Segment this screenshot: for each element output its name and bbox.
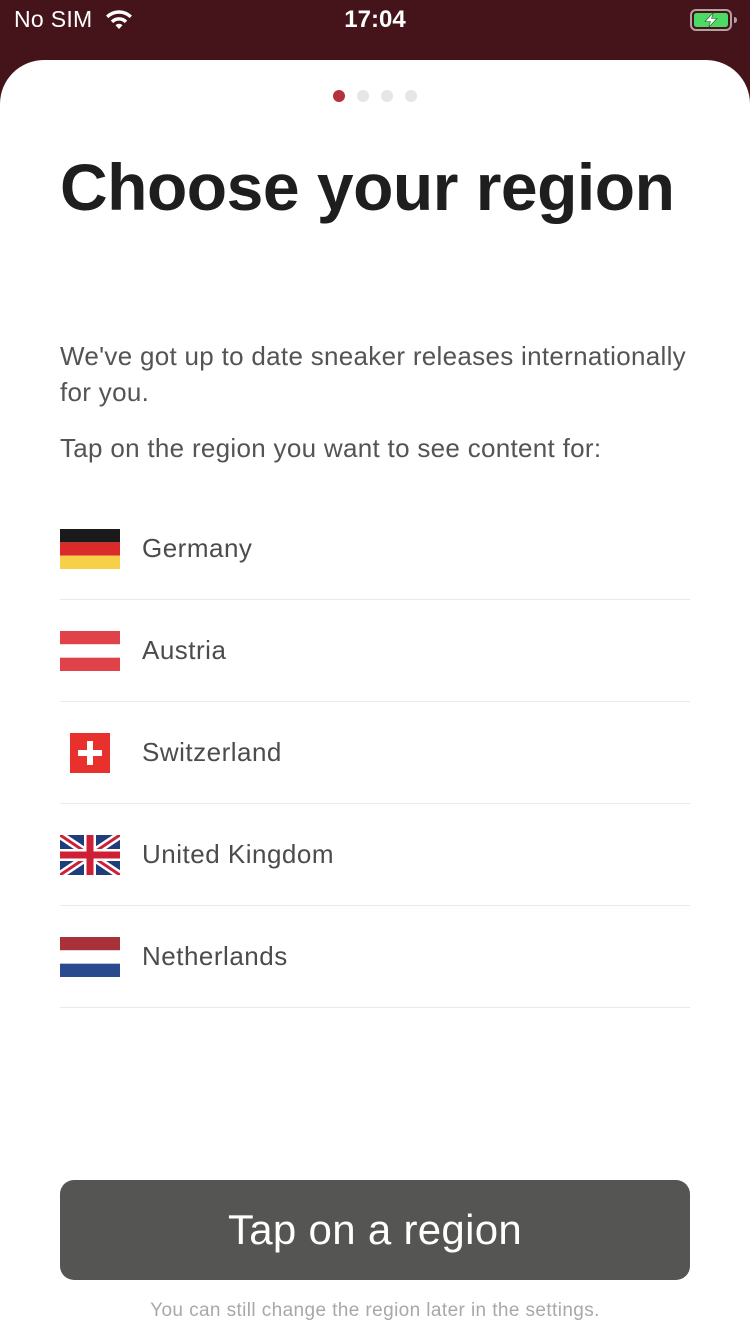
region-item-netherlands[interactable]: Netherlands [60, 906, 690, 1008]
uk-flag-icon [60, 835, 120, 875]
instruction-text: Tap on the region you want to see conten… [60, 433, 602, 463]
switzerland-flag-icon [70, 733, 110, 773]
battery-charging-icon [690, 9, 737, 31]
page-dot [357, 90, 369, 102]
page-indicator [0, 90, 750, 102]
region-list: Germany Austria Switzerland United Kingd… [60, 498, 690, 1008]
intro-text: We've got up to date sneaker releases in… [60, 341, 686, 407]
region-item-switzerland[interactable]: Switzerland [60, 702, 690, 804]
region-label: Germany [142, 533, 253, 563]
region-label: United Kingdom [142, 839, 334, 869]
region-label: Austria [142, 635, 227, 665]
page-dot-active [333, 90, 345, 102]
settings-footnote: You can still change the region later in… [150, 1300, 600, 1321]
onboarding-sheet: Choose your region We've got up to date … [0, 60, 750, 1334]
region-label: Switzerland [142, 737, 282, 767]
clock: 17:04 [344, 6, 406, 33]
region-item-united-kingdom[interactable]: United Kingdom [60, 804, 690, 906]
page-dot [381, 90, 393, 102]
austria-flag-icon [60, 631, 120, 671]
page-title: Choose your region [60, 150, 675, 224]
netherlands-flag-icon [60, 937, 120, 977]
region-item-austria[interactable]: Austria [60, 600, 690, 702]
status-bar: No SIM 17:04 [0, 0, 750, 60]
region-label: Netherlands [142, 941, 288, 971]
region-item-germany[interactable]: Germany [60, 498, 690, 600]
page-dot [405, 90, 417, 102]
tap-on-region-button[interactable]: Tap on a region [60, 1180, 690, 1280]
germany-flag-icon [60, 529, 120, 569]
